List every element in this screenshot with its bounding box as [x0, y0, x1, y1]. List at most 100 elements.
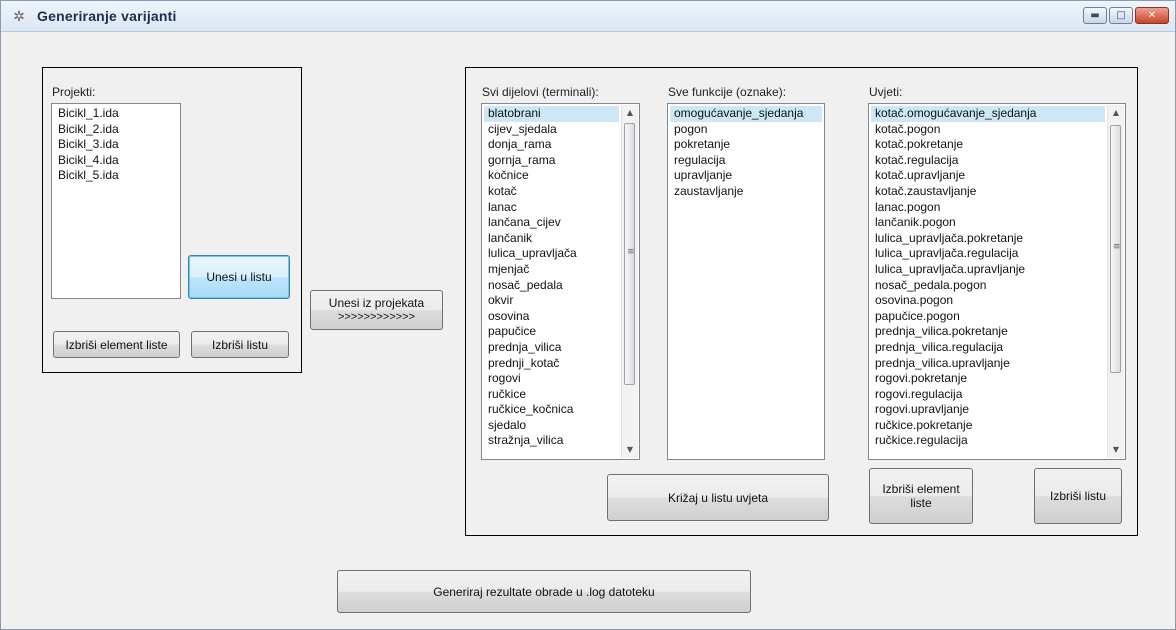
delete-condition-item-line1: Izbriši element	[882, 482, 960, 496]
part-list-item[interactable]: sjedalo	[484, 418, 619, 434]
main-window: ✲ Generiranje varijanti ▬ □ ✕ Projekti: …	[0, 0, 1176, 630]
delete-condition-item-line2: liste	[910, 496, 932, 510]
minimize-button[interactable]: ▬	[1083, 7, 1107, 24]
import-button-arrows: >>>>>>>>>>>>	[337, 311, 416, 323]
function-list-item[interactable]: regulacija	[670, 153, 822, 169]
delete-condition-item-text: Izbriši element liste	[882, 482, 959, 510]
function-list-item[interactable]: upravljanje	[670, 168, 822, 184]
part-list-item[interactable]: ručkice	[484, 387, 619, 403]
scroll-down-arrow-icon[interactable]: ▼	[1108, 442, 1124, 458]
part-list-item[interactable]: kočnice	[484, 168, 619, 184]
part-list-item[interactable]: lanac	[484, 200, 619, 216]
part-list-item[interactable]: lančanik	[484, 231, 619, 247]
project-list-item[interactable]: Bicikl_1.ida	[54, 106, 178, 122]
condition-list-item[interactable]: kotač.pogon	[871, 122, 1105, 138]
part-list-item[interactable]: prednji_kotač	[484, 356, 619, 372]
gear-icon: ✲	[13, 8, 25, 24]
title-bar[interactable]: ✲ Generiranje varijanti ▬ □ ✕	[1, 1, 1175, 32]
condition-list-item[interactable]: rogovi.upravljanje	[871, 402, 1105, 418]
add-to-list-button[interactable]: Unesi u listu	[188, 255, 290, 299]
function-list-item[interactable]: pokretanje	[670, 137, 822, 153]
condition-list-item[interactable]: ručkice.pokretanje	[871, 418, 1105, 434]
conditions-scrollbar[interactable]: ▲ ≡ ▼	[1107, 105, 1124, 458]
part-list-item[interactable]: okvir	[484, 293, 619, 309]
cross-into-conditions-button[interactable]: Križaj u listu uvjeta	[607, 474, 829, 521]
condition-list-item[interactable]: lulica_upravljača.regulacija	[871, 246, 1105, 262]
project-list-item[interactable]: Bicikl_2.ida	[54, 122, 178, 138]
part-list-item[interactable]: blatobrani	[484, 106, 619, 122]
condition-list-item[interactable]: lančanik.pogon	[871, 215, 1105, 231]
condition-list-item[interactable]: kotač.zaustavljanje	[871, 184, 1105, 200]
parts-scroll-thumb[interactable]: ≡	[624, 123, 635, 385]
condition-list-item[interactable]: kotač.omogućavanje_sjedanja	[871, 106, 1105, 122]
condition-list-item[interactable]: ručkice.regulacija	[871, 433, 1105, 449]
project-list-item[interactable]: Bicikl_4.ida	[54, 153, 178, 169]
parts-listbox[interactable]: blatobrani cijev_sjedala donja_rama gornja_…	[481, 103, 640, 460]
project-list-item[interactable]: Bicikl_5.ida	[54, 168, 178, 184]
functions-label: Sve funkcije (oznake):	[668, 85, 787, 99]
projects-group: Projekti: Bicikl_1.ida Bicikl_2.ida Bicikl…	[42, 67, 302, 373]
scroll-up-arrow-icon[interactable]: ▲	[1108, 105, 1124, 121]
parts-list-items: blatobrani cijev_sjedala donja_rama gornja_…	[484, 106, 619, 449]
function-list-item[interactable]: pogon	[670, 122, 822, 138]
part-list-item[interactable]: nosač_pedala	[484, 278, 619, 294]
condition-list-item[interactable]: papučice.pogon	[871, 309, 1105, 325]
part-list-item[interactable]: ručkice_kočnica	[484, 402, 619, 418]
function-list-item[interactable]: omogućavanje_sjedanja	[670, 106, 822, 122]
grip-icon: ≡	[1113, 242, 1121, 252]
parts-label: Svi dijelovi (terminali):	[482, 85, 599, 99]
delete-list-item-button[interactable]: Izbriši element liste	[53, 331, 180, 358]
functions-list-items: omogućavanje_sjedanja pogon pokretanje regu…	[670, 106, 822, 200]
condition-list-item[interactable]: prednja_vilica.pokretanje	[871, 324, 1105, 340]
part-list-item[interactable]: mjenjač	[484, 262, 619, 278]
part-list-item[interactable]: osovina	[484, 309, 619, 325]
part-list-item[interactable]: gornja_rama	[484, 153, 619, 169]
part-list-item[interactable]: papučice	[484, 324, 619, 340]
delete-condition-item-button[interactable]: Izbriši element liste	[869, 468, 973, 524]
generate-log-button[interactable]: Generiraj rezultate obrade u .log datote…	[337, 570, 751, 613]
part-list-item[interactable]: prednja_vilica	[484, 340, 619, 356]
part-list-item[interactable]: stražnja_vilica	[484, 433, 619, 449]
condition-list-item[interactable]: lanac.pogon	[871, 200, 1105, 216]
import-button-label: Unesi iz projekata	[328, 296, 425, 310]
conditions-label: Uvjeti:	[869, 85, 903, 99]
conditions-listbox[interactable]: kotač.omogućavanje_sjedanja kotač.pogon ko…	[868, 103, 1126, 460]
condition-list-item[interactable]: kotač.pokretanje	[871, 137, 1105, 153]
projects-label: Projekti:	[52, 85, 96, 99]
grip-icon: ≡	[627, 247, 635, 257]
part-list-item[interactable]: lančana_cijev	[484, 215, 619, 231]
condition-list-item[interactable]: osovina.pogon	[871, 293, 1105, 309]
conditions-group: Svi dijelovi (terminali): Sve funkcije (…	[465, 67, 1138, 536]
close-button[interactable]: ✕	[1135, 7, 1169, 24]
import-from-projects-button[interactable]: Unesi iz projekata >>>>>>>>>>>>	[310, 290, 443, 330]
part-list-item[interactable]: kotač	[484, 184, 619, 200]
condition-list-item[interactable]: lulica_upravljača.pokretanje	[871, 231, 1105, 247]
delete-list-button[interactable]: Izbriši listu	[191, 331, 289, 358]
scroll-down-arrow-icon[interactable]: ▼	[622, 442, 638, 458]
condition-list-item[interactable]: rogovi.regulacija	[871, 387, 1105, 403]
part-list-item[interactable]: cijev_sjedala	[484, 122, 619, 138]
project-list-item[interactable]: Bicikl_3.ida	[54, 137, 178, 153]
part-list-item[interactable]: lulica_upravljača	[484, 246, 619, 262]
part-list-item[interactable]: rogovi	[484, 371, 619, 387]
window-title: Generiranje varijanti	[37, 8, 177, 24]
condition-list-item[interactable]: kotač.upravljanje	[871, 168, 1105, 184]
condition-list-item[interactable]: prednja_vilica.regulacija	[871, 340, 1105, 356]
maximize-button[interactable]: □	[1109, 7, 1133, 24]
part-list-item[interactable]: donja_rama	[484, 137, 619, 153]
functions-listbox[interactable]: omogućavanje_sjedanja pogon pokretanje regu…	[667, 103, 825, 460]
condition-list-item[interactable]: prednja_vilica.upravljanje	[871, 356, 1105, 372]
window-controls: ▬ □ ✕	[1083, 7, 1169, 25]
condition-list-item[interactable]: rogovi.pokretanje	[871, 371, 1105, 387]
scroll-up-arrow-icon[interactable]: ▲	[622, 105, 638, 121]
delete-conditions-list-button[interactable]: Izbriši listu	[1034, 468, 1122, 524]
condition-list-item[interactable]: nosač_pedala.pogon	[871, 278, 1105, 294]
projects-listbox[interactable]: Bicikl_1.ida Bicikl_2.ida Bicikl_3.ida Bici…	[51, 103, 181, 299]
condition-list-item[interactable]: kotač.regulacija	[871, 153, 1105, 169]
parts-scrollbar[interactable]: ▲ ≡ ▼	[621, 105, 638, 458]
import-button-text: Unesi iz projekata >>>>>>>>>>>>	[329, 296, 424, 324]
condition-list-item[interactable]: lulica_upravljača.upravljanje	[871, 262, 1105, 278]
function-list-item[interactable]: zaustavljanje	[670, 184, 822, 200]
projects-list-items: Bicikl_1.ida Bicikl_2.ida Bicikl_3.ida Bici…	[54, 106, 178, 184]
conditions-scroll-thumb[interactable]: ≡	[1110, 125, 1121, 373]
